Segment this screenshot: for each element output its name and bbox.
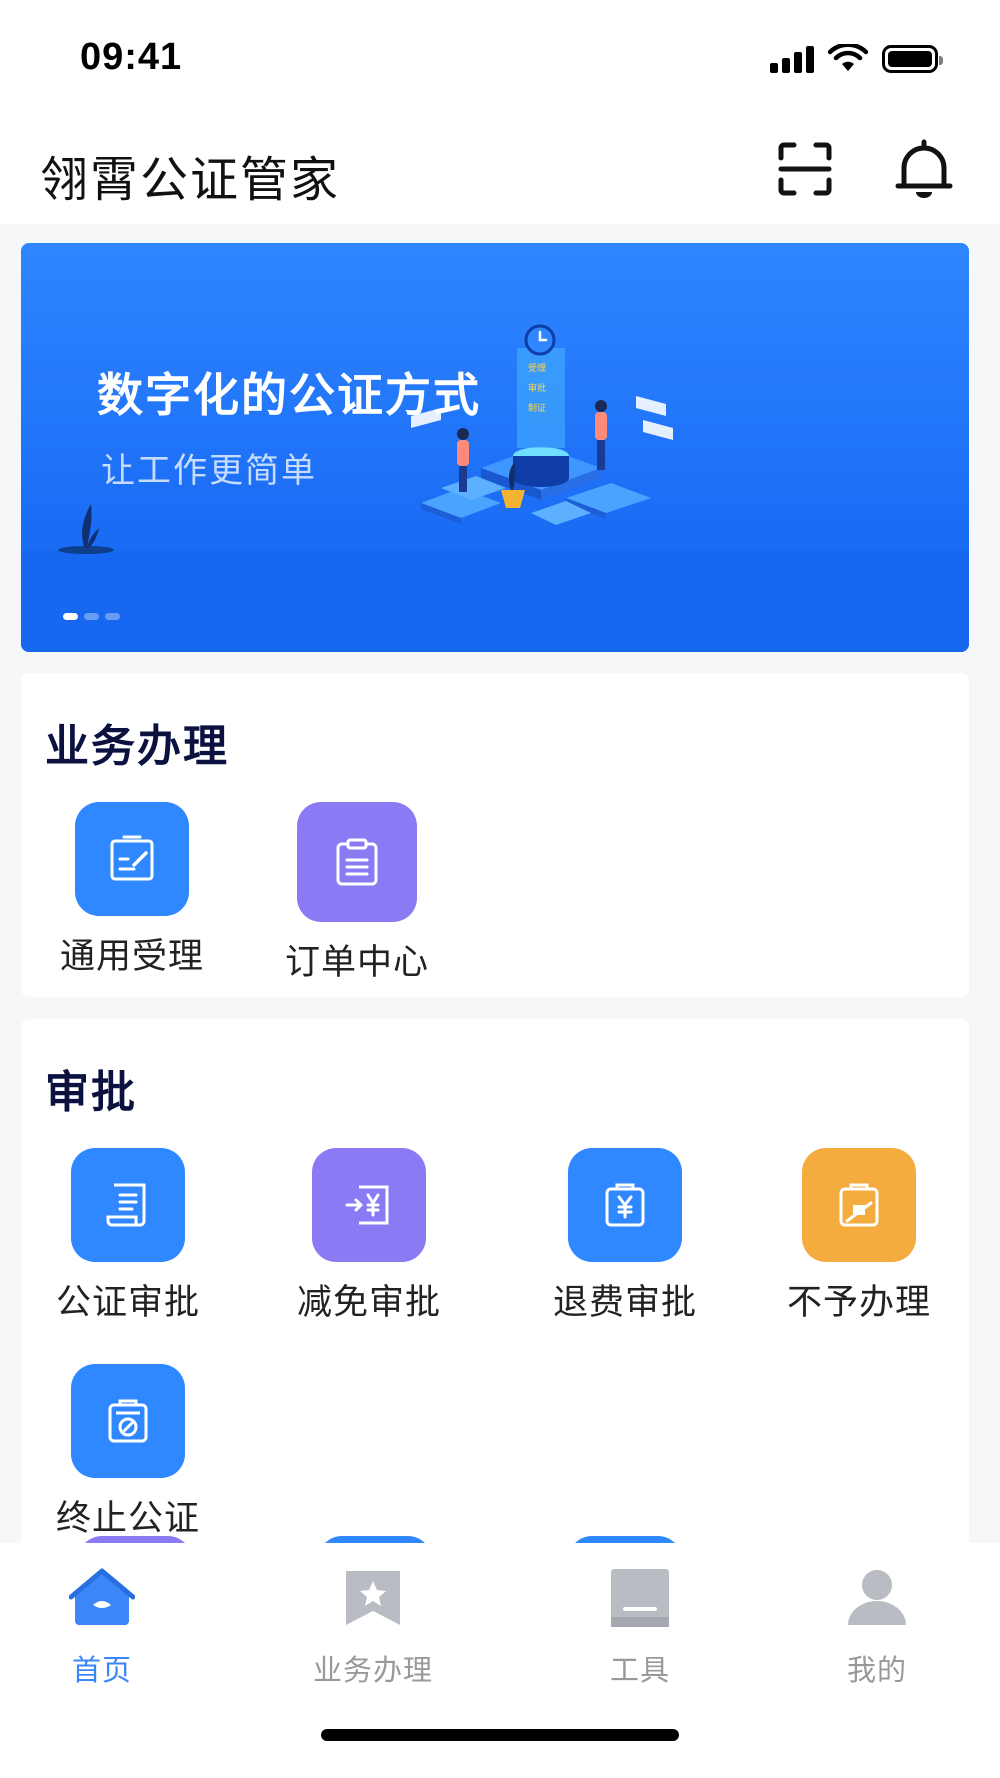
reject-clipboard-icon: [802, 1148, 916, 1262]
general-acceptance-label: 通用受理: [59, 937, 204, 977]
carousel-dot[interactable]: [84, 613, 99, 620]
bottom-tab-bar: 首页 业务办理 工具 我的: [0, 1543, 1000, 1778]
user-icon: [848, 1570, 906, 1625]
star-bookmark-icon: [346, 1571, 400, 1625]
battery-icon: [882, 45, 943, 73]
illustration-label-certify: 制证: [528, 402, 546, 414]
reject-handling-button[interactable]: 不予办理: [759, 1148, 959, 1325]
toolbox-icon: [611, 1569, 669, 1627]
refund-approval-button[interactable]: 退费审批: [525, 1148, 725, 1325]
plant-illustration-icon: [58, 504, 114, 554]
tab-home-label: 首页: [71, 1653, 132, 1687]
banner-subtitle: 让工作更简单: [101, 451, 317, 491]
carousel-dot[interactable]: [105, 613, 120, 620]
notary-approval-button[interactable]: 公证审批: [28, 1148, 228, 1325]
notification-bell-icon[interactable]: [894, 138, 954, 200]
clock-icon: [524, 324, 556, 356]
carousel-dot[interactable]: [63, 613, 78, 620]
clipboard-list-icon: [297, 802, 417, 922]
wifi-icon: [828, 44, 868, 71]
yuan-bag-icon: [568, 1148, 682, 1262]
promo-banner[interactable]: 受理 审批 制证 数字化的公证方式 让工作更简单: [21, 243, 969, 652]
status-bar: 09:41: [0, 0, 1000, 112]
cellular-signal-icon: [770, 45, 814, 73]
app-title: 翎霄公证管家: [40, 152, 341, 208]
approval-section: 审批 公证审批 减免审批 退费审批 不予办理 终止公证: [21, 1019, 969, 1619]
tab-mine[interactable]: 我的: [797, 1565, 957, 1689]
scan-icon[interactable]: [778, 142, 832, 196]
general-acceptance-button[interactable]: 通用受理: [32, 802, 232, 979]
scroll-document-icon: [71, 1148, 185, 1262]
business-section: 业务办理 通用受理 订单中心: [21, 673, 969, 997]
terminate-notary-button[interactable]: 终止公证: [28, 1364, 228, 1541]
app-header: 翎霄公证管家: [0, 112, 1000, 224]
business-section-title: 业务办理: [45, 721, 229, 772]
reject-handling-label: 不予办理: [786, 1283, 931, 1323]
notary-approval-label: 公证审批: [55, 1283, 200, 1323]
forbidden-clipboard-icon: [71, 1364, 185, 1478]
carousel-indicator[interactable]: [63, 613, 120, 620]
status-time: 09:41: [80, 36, 183, 78]
illustration-label-accept: 受理: [528, 362, 546, 374]
order-center-button[interactable]: 订单中心: [257, 802, 457, 985]
yuan-transfer-icon: [312, 1148, 426, 1262]
tab-tools-label: 工具: [609, 1653, 670, 1687]
tab-business[interactable]: 业务办理: [293, 1565, 453, 1689]
refund-approval-label: 退费审批: [552, 1283, 697, 1323]
tab-home[interactable]: 首页: [22, 1565, 182, 1689]
terminate-notary-label: 终止公证: [55, 1499, 200, 1539]
edit-document-icon: [75, 802, 189, 916]
tab-tools[interactable]: 工具: [560, 1565, 720, 1689]
app-screen: 09:41 翎霄公证管家 受理 审批 制证 数字化的公证方式 让工作更简单 业务…: [0, 0, 1000, 1778]
tab-mine-label: 我的: [846, 1653, 907, 1687]
home-icon: [68, 1568, 136, 1625]
banner-ground: [21, 551, 969, 652]
banner-title: 数字化的公证方式: [97, 368, 481, 422]
home-indicator[interactable]: [321, 1729, 679, 1741]
status-icons: [770, 44, 943, 74]
reduction-approval-label: 减免审批: [296, 1283, 441, 1323]
approval-section-title: 审批: [45, 1067, 137, 1118]
illustration-label-approve: 审批: [528, 382, 546, 394]
order-center-label: 订单中心: [284, 943, 429, 983]
tab-business-label: 业务办理: [312, 1653, 433, 1687]
reduction-approval-button[interactable]: 减免审批: [269, 1148, 469, 1325]
